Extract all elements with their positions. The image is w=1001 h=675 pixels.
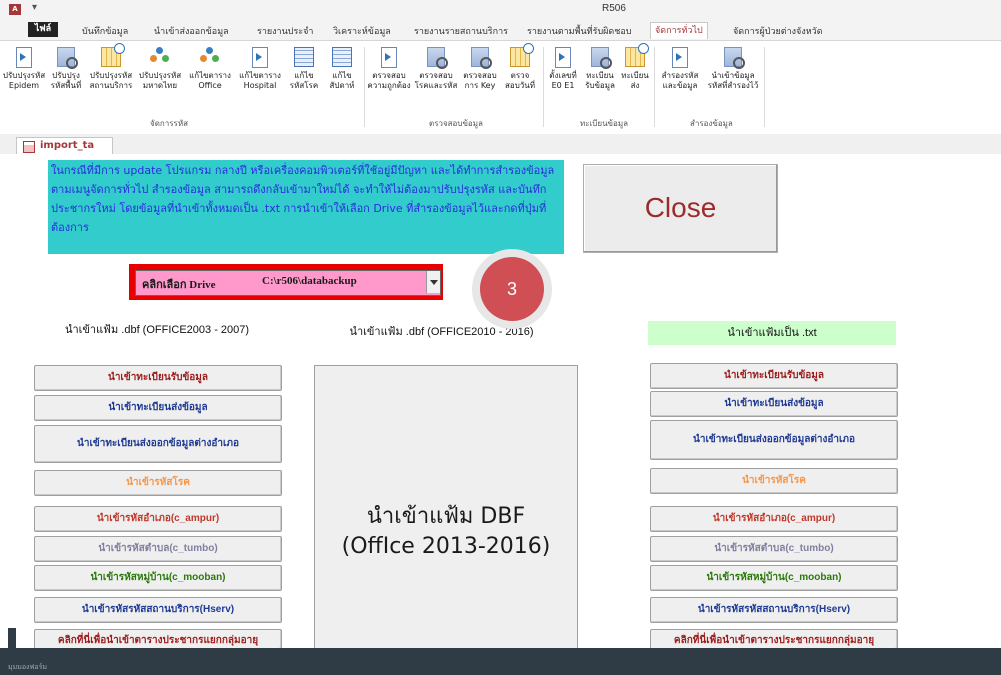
big-button-line2: (OffIce 2013-2016) xyxy=(341,534,551,559)
ribbon-button-check-accuracy[interactable]: ตรวจสอบ ความถูกต้อง xyxy=(366,47,412,91)
table-icon xyxy=(294,47,314,67)
ribbon-button-edit-disease-code[interactable]: แก้ไข รหัสโรค xyxy=(286,47,322,91)
object-tab-bar xyxy=(0,134,1001,155)
page-icon xyxy=(16,47,32,68)
step-badge: 3 xyxy=(472,249,552,329)
drive-select-label: คลิกเลือก Drive xyxy=(142,279,216,291)
header-dbf-2003-2007: นำเข้าแฟ้ม .dbf (OFFICE2003 - 2007) xyxy=(30,318,284,342)
import-dbf-2013-2016-button[interactable]: นำเข้าแฟ้ม DBF (OffIce 2013-2016) xyxy=(314,365,578,649)
right-import-hserv-button[interactable]: นำเข้ารหัสรหัสสถานบริการ(Hserv) xyxy=(650,597,898,623)
ribbon-button-update-facility[interactable]: ปรับปรุงรหัส สถานบริการ xyxy=(87,43,135,91)
ribbon-separator xyxy=(364,47,365,127)
left-edge-shadow xyxy=(8,628,16,648)
big-button-line1: นำเข้าแฟ้ม DBF xyxy=(366,504,526,529)
ribbon-button-send-register[interactable]: ทะเบียน ส่ง xyxy=(620,43,650,91)
tab-general-management[interactable]: จัดการทั่วไป xyxy=(650,22,708,39)
query-icon xyxy=(724,47,745,69)
page-icon xyxy=(252,47,268,68)
ribbon-separator xyxy=(654,47,655,127)
left-import-send-register-button[interactable]: นำเข้าทะเบียนส่งข้อมูล xyxy=(34,395,282,421)
people-icon xyxy=(150,47,170,65)
step-badge-number: 3 xyxy=(480,257,544,321)
calendar-icon xyxy=(625,43,649,67)
window-title: R506 xyxy=(602,3,626,14)
ribbon-button-edit-office[interactable]: แก้ไขตาราง Office xyxy=(186,47,234,91)
tab-facility-reports[interactable]: รายงานรายสถานบริการ xyxy=(414,24,508,38)
right-import-mooban-button[interactable]: นำเข้ารหัสหมู่บ้าน(c_mooban) xyxy=(650,565,898,591)
left-import-hserv-button[interactable]: นำเข้ารหัสรหัสสถานบริการ(Hserv) xyxy=(34,597,282,623)
query-icon xyxy=(591,47,612,69)
ribbon: ปรับปรุงรหัส Epidem ปรับปรุง รหัสพื้นที่ ป… xyxy=(0,40,1001,135)
ribbon-button-check-disease[interactable]: ตรวจสอบ โรคและรหัส xyxy=(413,47,459,91)
right-import-population-button[interactable]: คลิกที่นี่เพื่อนำเข้าตารางประชากรแยกกลุ่… xyxy=(650,629,898,649)
ribbon-button-update-area[interactable]: ปรับปรุง รหัสพื้นที่ xyxy=(46,47,86,91)
ribbon-button-import-backup[interactable]: นำเข้าข้อมูล รหัสที่สำรองไว้ xyxy=(705,47,761,91)
page-icon xyxy=(381,47,397,68)
tab-import-export[interactable]: นำเข้าส่งออกข้อมูล xyxy=(154,24,229,38)
query-icon xyxy=(57,47,78,69)
right-import-tumbo-button[interactable]: นำเข้ารหัสตำบล(c_tumbo) xyxy=(650,536,898,562)
drive-select-value: C:\r506\databackup xyxy=(262,275,357,287)
ribbon-separator xyxy=(764,47,765,127)
ribbon-group-label-backup: สำรองข้อมูล xyxy=(690,119,733,128)
table-icon xyxy=(332,47,352,67)
query-icon xyxy=(427,47,448,69)
title-bar: A ▾ R506 xyxy=(0,0,1001,18)
calendar-icon xyxy=(101,43,125,67)
right-import-disease-code-button[interactable]: นำเข้ารหัสโรค xyxy=(650,468,898,494)
quick-access-dropdown-icon[interactable]: ▾ xyxy=(32,2,37,13)
ribbon-tab-row: ไฟล์ บันทึกข้อมูล นำเข้าส่งออกข้อมูล ราย… xyxy=(0,18,1001,40)
close-button[interactable]: Close xyxy=(583,164,778,253)
page-icon xyxy=(672,47,688,68)
left-import-receive-register-button[interactable]: นำเข้าทะเบียนรับข้อมูล xyxy=(34,365,282,391)
ribbon-button-set-number[interactable]: ตั้งเลขที่ E0 E1 xyxy=(546,47,580,91)
ribbon-button-update-interior[interactable]: ปรับปรุงรหัส มหาดไทย xyxy=(136,47,184,91)
ribbon-button-edit-hospital[interactable]: แก้ไขตาราง Hospital xyxy=(236,47,284,91)
right-import-send-register-button[interactable]: นำเข้าทะเบียนส่งข้อมูล xyxy=(650,391,898,417)
page-icon xyxy=(555,47,571,68)
right-import-receive-register-button[interactable]: นำเข้าทะเบียนรับข้อมูล xyxy=(650,363,898,389)
ribbon-group-label-check: ตรวจสอบข้อมูล xyxy=(429,119,483,128)
left-import-population-button[interactable]: คลิกที่นี่เพื่อนำเข้าตารางประชากรแยกกลุ่… xyxy=(34,629,282,649)
right-import-ampur-button[interactable]: นำเข้ารหัสอำเภอ(c_ampur) xyxy=(650,506,898,532)
tab-record-data[interactable]: บันทึกข้อมูล xyxy=(82,24,128,38)
navigation-pane-strip xyxy=(0,154,16,648)
status-bar: มุมมองฟอร์ม xyxy=(0,648,1001,675)
tab-outprovince-patients[interactable]: จัดการผู้ป่วยต่างจังหวัด xyxy=(733,24,823,38)
tab-area-reports[interactable]: รายงานตามพื้นที่รับผิดชอบ xyxy=(527,24,632,38)
ribbon-button-receive-register[interactable]: ทะเบียน รับข้อมูล xyxy=(582,47,618,91)
ribbon-group-label-codes: จัดการรหัส xyxy=(150,119,188,128)
tab-analyze-data[interactable]: วิเคราะห์ข้อมูล xyxy=(333,24,391,38)
info-text: ในกรณีที่มีการ update โปรแกรม กลางปี หรื… xyxy=(51,164,555,234)
tab-regular-reports[interactable]: รายงานประจำ xyxy=(257,24,313,38)
ribbon-button-backup-data[interactable]: สำรองรหัส และข้อมูล xyxy=(657,47,703,91)
left-import-tumbo-button[interactable]: นำเข้ารหัสตำบล(c_tumbo) xyxy=(34,536,282,562)
calendar-icon xyxy=(510,43,534,67)
right-import-export-district-button[interactable]: นำเข้าทะเบียนส่งออกข้อมูลต่างอำเภอ xyxy=(650,420,898,460)
ribbon-button-check-key[interactable]: ตรวจสอบ การ Key xyxy=(460,47,500,91)
ribbon-button-check-date[interactable]: ตรวจ สอบวันที่ xyxy=(501,43,539,91)
people-icon xyxy=(200,47,220,65)
ribbon-button-update-epidem[interactable]: ปรับปรุงรหัส Epidem xyxy=(2,47,46,91)
access-app-icon: A xyxy=(9,4,21,15)
query-icon xyxy=(471,47,492,69)
left-import-export-district-button[interactable]: นำเข้าทะเบียนส่งออกข้อมูลต่างอำเภอ xyxy=(34,425,282,463)
left-import-disease-code-button[interactable]: นำเข้ารหัสโรค xyxy=(34,470,282,496)
ribbon-separator xyxy=(543,47,544,127)
object-tab-import-ta[interactable]: import_ta xyxy=(16,137,113,155)
form-icon xyxy=(23,141,35,153)
chevron-down-icon[interactable] xyxy=(426,271,440,293)
ribbon-group-label-register: ทะเบียนข้อมูล xyxy=(580,119,628,128)
status-text: มุมมองฟอร์ม xyxy=(8,663,47,671)
left-import-mooban-button[interactable]: นำเข้ารหัสหมู่บ้าน(c_mooban) xyxy=(34,565,282,591)
ribbon-button-edit-week[interactable]: แก้ไข สัปดาห์ xyxy=(324,47,360,91)
drive-select[interactable]: คลิกเลือก Drive C:\r506\databackup xyxy=(135,270,441,296)
tab-file[interactable]: ไฟล์ xyxy=(28,22,58,37)
header-txt: นำเข้าแฟ้มเป็น .txt xyxy=(648,321,896,345)
left-import-ampur-button[interactable]: นำเข้ารหัสอำเภอ(c_ampur) xyxy=(34,506,282,532)
